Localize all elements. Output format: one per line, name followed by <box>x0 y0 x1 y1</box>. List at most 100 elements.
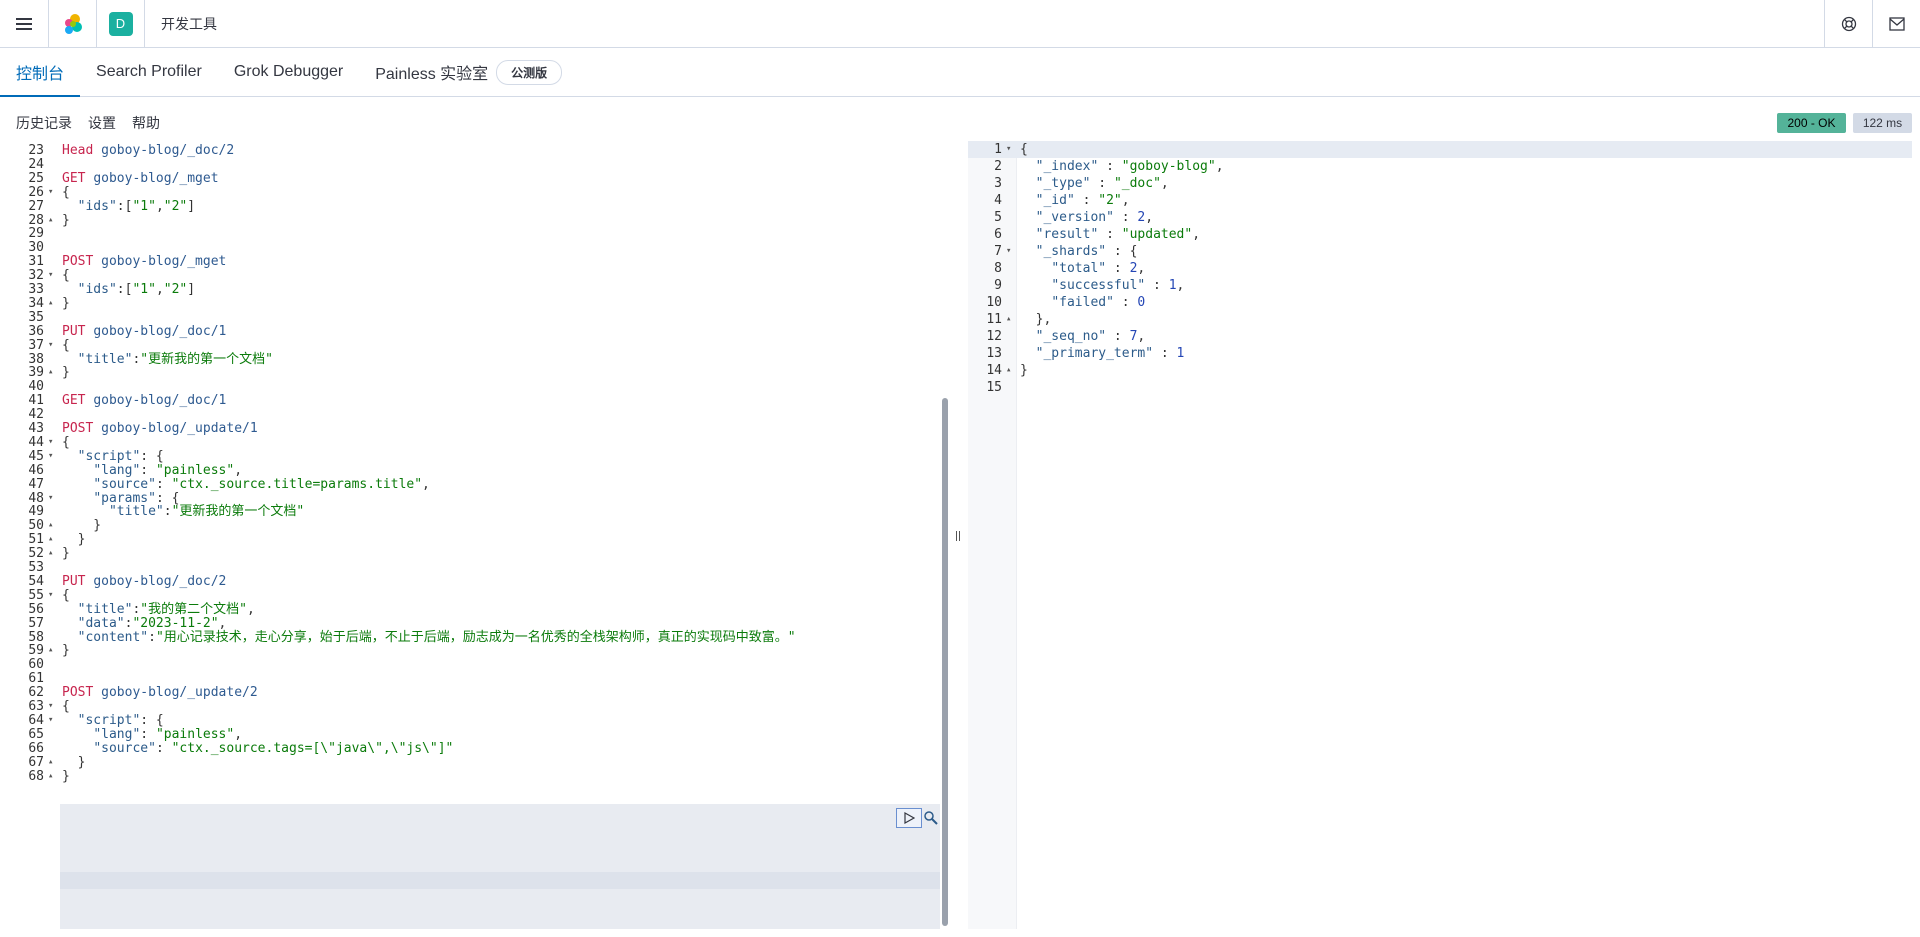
breadcrumb: 开发工具 <box>144 0 217 48</box>
code-line[interactable]: 13 "_primary_term" : 1 <box>968 345 1912 362</box>
line-number: 9 <box>994 278 1002 293</box>
newsfeed-button[interactable] <box>1872 0 1920 48</box>
code-token: "2" <box>1098 193 1122 208</box>
code-token: , <box>1176 278 1185 293</box>
newsfeed-icon <box>1888 16 1905 31</box>
code-text: "_seq_no" : 7, <box>1020 328 1146 345</box>
code-line[interactable]: 1 ▾ { <box>968 141 1912 158</box>
tab-search-profiler[interactable]: Search Profiler <box>80 48 218 96</box>
code-token: 1 <box>1176 346 1185 361</box>
code-line[interactable]: 11 ▴ }, <box>968 311 1912 328</box>
line-number: 15 <box>986 380 1002 395</box>
code-text: "_id" : "2", <box>1020 192 1130 209</box>
help-button[interactable] <box>1824 0 1872 48</box>
help-icon <box>1841 16 1856 31</box>
line-number: 2 <box>994 159 1002 174</box>
request-actions-button[interactable] <box>922 808 940 828</box>
line-number: 12 <box>986 329 1002 344</box>
tab-grok-debugger[interactable]: Grok Debugger <box>218 48 359 96</box>
tab-console[interactable]: 控制台 <box>0 48 81 97</box>
line-number: 14 <box>986 363 1002 378</box>
space-selector[interactable]: D <box>96 0 144 48</box>
send-request-button[interactable] <box>896 808 922 828</box>
line-number: 11 <box>986 312 1002 327</box>
line-number: 4 <box>994 193 1002 208</box>
code-token: : <box>1106 329 1130 344</box>
code-line[interactable]: 9 "successful" : 1, <box>968 277 1912 294</box>
code-token: 0 <box>1137 295 1146 310</box>
request-editor[interactable]: 23 Head goboy-blog/_doc/2 24 25 GET goboy-bl… <box>8 141 948 929</box>
code-token: , <box>1145 210 1154 225</box>
code-token: : <box>1113 210 1138 225</box>
code-line[interactable]: 4 "_id" : "2", <box>968 192 1912 209</box>
code-text: "_version" : 2, <box>1020 209 1153 226</box>
code-token: "_seq_no" <box>1035 329 1107 344</box>
line-number: 8 <box>994 261 1002 276</box>
code-token: "_index" <box>1035 159 1099 174</box>
selected-request-highlight <box>8 804 940 929</box>
code-line[interactable]: 14 ▴} <box>968 362 1912 379</box>
code-line[interactable]: 6 "result" : "updated", <box>968 226 1912 243</box>
code-line[interactable]: 68 ▴} <box>8 768 948 785</box>
menu-button[interactable] <box>0 0 48 48</box>
code-line[interactable]: 5 "_version" : 2, <box>968 209 1912 226</box>
line-number: 6 <box>994 227 1002 242</box>
fold-toggle-icon[interactable]: ▾ <box>1006 243 1011 260</box>
help-link[interactable]: 帮助 <box>132 113 160 133</box>
line-number: 7 <box>994 244 1002 259</box>
code-text: } <box>62 768 70 785</box>
code-text: "_shards" : { <box>1020 243 1138 260</box>
pane-resizer[interactable] <box>954 528 962 544</box>
code-token: } <box>62 768 70 784</box>
code-text: "_primary_term" : 1 <box>1020 345 1185 362</box>
elastic-logo[interactable] <box>48 0 96 48</box>
line-number: 3 <box>994 176 1002 191</box>
fold-toggle-icon[interactable]: ▴ <box>48 768 53 785</box>
code-line[interactable]: 10 "failed" : 0 <box>968 294 1912 311</box>
history-link[interactable]: 历史记录 <box>16 113 72 133</box>
code-line[interactable]: 7 ▾ "_shards" : { <box>968 243 1912 260</box>
top-header: D 开发工具 <box>0 0 1920 48</box>
settings-link[interactable]: 设置 <box>88 113 116 133</box>
elastic-logo-icon <box>64 13 82 34</box>
code-line[interactable]: 15 <box>968 379 1912 396</box>
tab-painless-lab[interactable]: Painless 实验室 公测版 <box>359 48 578 96</box>
code-token: : <box>1145 278 1169 293</box>
line-number: 1 <box>994 142 1002 157</box>
code-token: "result" <box>1035 227 1099 242</box>
code-token: : <box>1106 261 1130 276</box>
fold-toggle-icon[interactable]: ▾ <box>1006 141 1011 158</box>
code-token: "_type" <box>1035 176 1091 191</box>
fold-toggle-icon[interactable]: ▴ <box>1006 311 1011 328</box>
code-token: "_shards" <box>1035 244 1107 259</box>
code-token: , <box>1121 193 1130 208</box>
code-token: : <box>1098 227 1122 242</box>
code-line[interactable]: 8 "total" : 2, <box>968 260 1912 277</box>
code-line[interactable]: 2 "_index" : "goboy-blog", <box>968 158 1912 175</box>
response-viewer[interactable]: 1 ▾{2 "_index" : "goboy-blog", 3 "_type" :… <box>968 141 1912 929</box>
request-scrollbar[interactable] <box>942 398 948 926</box>
tab-label: Search Profiler <box>96 63 202 80</box>
code-token: , <box>1215 159 1224 174</box>
drag-handle-icon <box>956 531 960 541</box>
tab-label: 控制台 <box>16 66 65 83</box>
fold-toggle-icon[interactable]: ▴ <box>1006 362 1011 379</box>
code-line[interactable]: 12 "_seq_no" : 7, <box>968 328 1912 345</box>
cursor-line-highlight <box>8 872 940 889</box>
line-number: 13 <box>986 346 1002 361</box>
play-icon <box>904 812 915 824</box>
code-token: "successful" <box>1051 278 1146 293</box>
wrench-icon <box>924 811 938 825</box>
code-line[interactable]: 3 "_type" : "_doc", <box>968 175 1912 192</box>
line-number: 10 <box>986 295 1002 310</box>
